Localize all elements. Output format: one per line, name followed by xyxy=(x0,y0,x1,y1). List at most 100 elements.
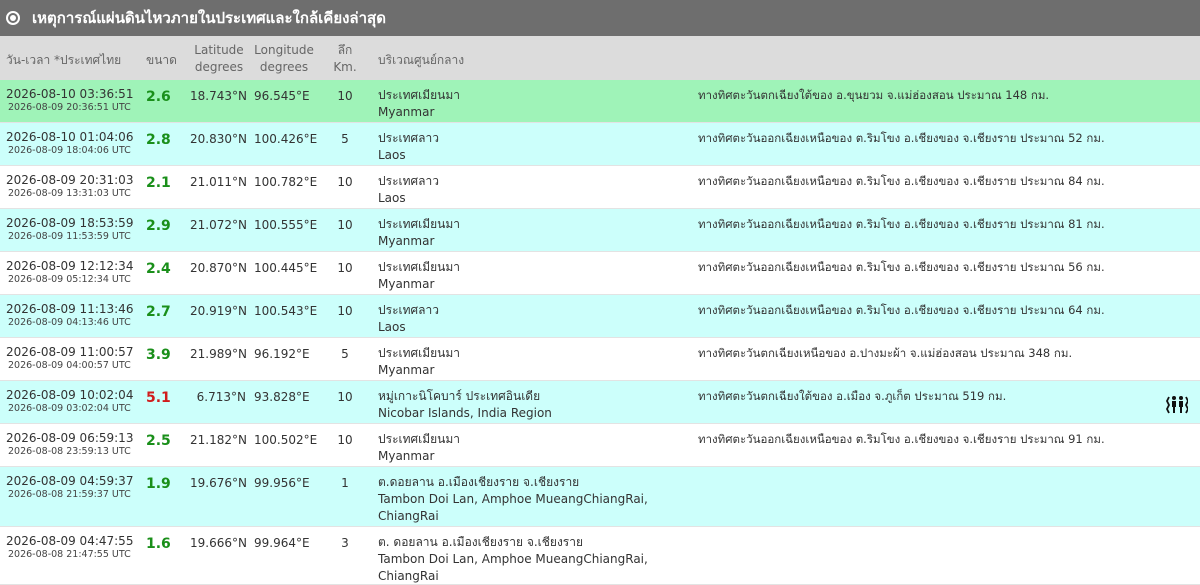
region-thai: ต. ดอยลาน อ.เมืองเชียงราย จ.เชียงราย xyxy=(378,535,584,549)
region-name[interactable]: ต.ดอยลาน อ.เมืองเชียงราย จ.เชียงราย Tambo… xyxy=(378,474,648,525)
depth-value: 10 xyxy=(337,390,353,404)
felt-report-icon[interactable] xyxy=(1165,395,1190,419)
table-row[interactable]: 2026-08-09 12:12:34 2026-08-09 05:12:34 U… xyxy=(0,252,1200,295)
latitude-value: 21.182°N xyxy=(190,433,247,447)
earthquake-list: 2026-08-10 03:36:51 2026-08-09 20:36:51 U… xyxy=(0,80,1200,585)
region-name[interactable]: หมู่เกาะนิโคบาร์ ประเทศอินเดีย Nicobar Is… xyxy=(378,388,552,422)
magnitude-value: 3.9 xyxy=(146,347,171,363)
table-row[interactable]: 2026-08-09 10:02:04 2026-08-09 03:02:04 U… xyxy=(0,381,1200,424)
local-time: 2026-08-09 20:31:03 xyxy=(6,173,134,187)
region-english: Tambon Doi Lan, Amphoe MueangChiangRai, xyxy=(378,552,648,566)
local-time: 2026-08-10 03:36:51 xyxy=(6,87,134,101)
distance-description: ทางทิศตะวันตกเฉียงเหนือของ อ.ปางมะผ้า จ.… xyxy=(698,346,1073,360)
latitude-value: 21.011°N xyxy=(190,175,247,189)
longitude-value: 100.543°E xyxy=(254,304,318,318)
distance-description: ทางทิศตะวันตกเฉียงใต้ของ อ.ขุนยวม จ.แม่ฮ… xyxy=(698,88,1050,102)
region-thai: ประเทศเมียนมา xyxy=(378,346,461,360)
table-row[interactable]: 2026-08-10 01:04:06 2026-08-09 18:04:06 U… xyxy=(0,123,1200,166)
table-row[interactable]: 2026-08-09 04:47:55 2026-08-08 21:47:55 U… xyxy=(0,527,1200,585)
utc-time: 2026-08-09 13:31:03 UTC xyxy=(8,188,131,199)
latitude-value: 19.676°N xyxy=(190,476,247,490)
longitude-value: 100.555°E xyxy=(254,218,318,232)
event-datetime: 2026-08-09 12:12:34 2026-08-09 05:12:34 U… xyxy=(6,259,133,285)
region-name[interactable]: ประเทศเมียนมา Myanmar xyxy=(378,259,460,293)
header-longitude: Longitude degrees xyxy=(254,43,314,74)
longitude-value: 99.964°E xyxy=(254,536,310,550)
longitude-value: 100.426°E xyxy=(254,132,318,146)
table-row[interactable]: 2026-08-10 03:36:51 2026-08-09 20:36:51 U… xyxy=(0,80,1200,123)
region-thai: ประเทศลาว xyxy=(378,174,439,188)
region-name[interactable]: ประเทศลาว Laos xyxy=(378,302,439,336)
magnitude-value: 1.6 xyxy=(146,536,171,552)
longitude-value: 99.956°E xyxy=(254,476,310,490)
magnitude-value: 2.8 xyxy=(146,132,171,148)
utc-time: 2026-08-09 05:12:34 UTC xyxy=(8,274,131,285)
circle-bullet-icon xyxy=(6,11,20,25)
depth-value: 10 xyxy=(337,175,353,189)
table-row[interactable]: 2026-08-09 06:59:13 2026-08-08 23:59:13 U… xyxy=(0,424,1200,467)
distance-description: ทางทิศตะวันออกเฉียงเหนือของ ต.ริมโขง อ.เ… xyxy=(698,174,1105,188)
region-thai: ประเทศเมียนมา xyxy=(378,217,461,231)
depth-value: 3 xyxy=(341,536,349,550)
table-row[interactable]: 2026-08-09 20:31:03 2026-08-09 13:31:03 U… xyxy=(0,166,1200,209)
utc-time: 2026-08-09 11:53:59 UTC xyxy=(8,231,131,242)
distance-description: ทางทิศตะวันตกเฉียงใต้ของ อ.เมือง จ.ภูเก็… xyxy=(698,389,1007,403)
longitude-value: 93.828°E xyxy=(254,390,310,404)
region-english-line2: ChiangRai xyxy=(378,509,439,523)
region-thai: หมู่เกาะนิโคบาร์ ประเทศอินเดีย xyxy=(378,389,541,403)
longitude-value: 96.192°E xyxy=(254,347,310,361)
event-datetime: 2026-08-09 11:13:46 2026-08-09 04:13:46 U… xyxy=(6,302,133,328)
region-name[interactable]: ต. ดอยลาน อ.เมืองเชียงราย จ.เชียงราย Tamb… xyxy=(378,534,648,585)
table-row[interactable]: 2026-08-09 04:59:37 2026-08-08 21:59:37 U… xyxy=(0,467,1200,527)
region-english: Laos xyxy=(378,191,406,205)
region-name[interactable]: ประเทศเมียนมา Myanmar xyxy=(378,431,460,465)
event-datetime: 2026-08-10 03:36:51 2026-08-09 20:36:51 U… xyxy=(6,87,133,113)
magnitude-value: 1.9 xyxy=(146,476,171,492)
region-thai: ประเทศลาว xyxy=(378,303,439,317)
depth-value: 5 xyxy=(341,347,349,361)
event-datetime: 2026-08-09 10:02:04 2026-08-09 03:02:04 U… xyxy=(6,388,133,414)
region-name[interactable]: ประเทศลาว Laos xyxy=(378,173,439,207)
event-datetime: 2026-08-09 20:31:03 2026-08-09 13:31:03 U… xyxy=(6,173,133,199)
longitude-value: 100.502°E xyxy=(254,433,318,447)
latitude-value: 21.989°N xyxy=(190,347,247,361)
region-name[interactable]: ประเทศลาว Laos xyxy=(378,130,439,164)
latitude-value: 20.870°N xyxy=(190,261,247,275)
region-thai: ประเทศเมียนมา xyxy=(378,432,461,446)
region-english: Myanmar xyxy=(378,105,435,119)
latitude-value: 19.666°N xyxy=(190,536,247,550)
event-datetime: 2026-08-09 18:53:59 2026-08-09 11:53:59 U… xyxy=(6,216,133,242)
magnitude-value: 2.4 xyxy=(146,261,171,277)
header-magnitude: ขนาด xyxy=(146,53,177,67)
utc-time: 2026-08-08 23:59:13 UTC xyxy=(8,446,131,457)
latitude-value: 18.743°N xyxy=(190,89,247,103)
longitude-value: 100.445°E xyxy=(254,261,318,275)
local-time: 2026-08-09 11:00:57 xyxy=(6,345,134,359)
table-row[interactable]: 2026-08-09 11:13:46 2026-08-09 04:13:46 U… xyxy=(0,295,1200,338)
local-time: 2026-08-09 11:13:46 xyxy=(6,302,134,316)
table-header: วัน-เวลา *ประเทศไทย ขนาด Latitude degrees… xyxy=(0,36,1200,80)
utc-time: 2026-08-09 18:04:06 UTC xyxy=(8,145,131,156)
region-english: Laos xyxy=(378,148,406,162)
longitude-value: 96.545°E xyxy=(254,89,310,103)
region-name[interactable]: ประเทศเมียนมา Myanmar xyxy=(378,87,460,121)
distance-description: ทางทิศตะวันออกเฉียงเหนือของ ต.ริมโขง อ.เ… xyxy=(698,260,1105,274)
region-name[interactable]: ประเทศเมียนมา Myanmar xyxy=(378,216,460,250)
depth-value: 5 xyxy=(341,132,349,146)
local-time: 2026-08-09 06:59:13 xyxy=(6,431,134,445)
local-time: 2026-08-09 04:59:37 xyxy=(6,474,134,488)
page-title: เหตุการณ์แผ่นดินไหวภายในประเทศและใกล้เคี… xyxy=(32,9,386,27)
magnitude-value: 2.1 xyxy=(146,175,171,191)
latitude-value: 21.072°N xyxy=(190,218,247,232)
magnitude-value: 2.9 xyxy=(146,218,171,234)
table-row[interactable]: 2026-08-09 18:53:59 2026-08-09 11:53:59 U… xyxy=(0,209,1200,252)
region-name[interactable]: ประเทศเมียนมา Myanmar xyxy=(378,345,460,379)
table-row[interactable]: 2026-08-09 11:00:57 2026-08-09 04:00:57 U… xyxy=(0,338,1200,381)
region-english-line2: ChiangRai xyxy=(378,569,439,583)
magnitude-value: 5.1 xyxy=(146,390,171,406)
header-depth: ลึก Km. xyxy=(333,43,357,74)
latitude-value: 6.713°N xyxy=(196,390,246,404)
region-thai: ประเทศลาว xyxy=(378,131,439,145)
header-date: วัน-เวลา *ประเทศไทย xyxy=(6,53,122,67)
depth-value: 10 xyxy=(337,304,353,318)
